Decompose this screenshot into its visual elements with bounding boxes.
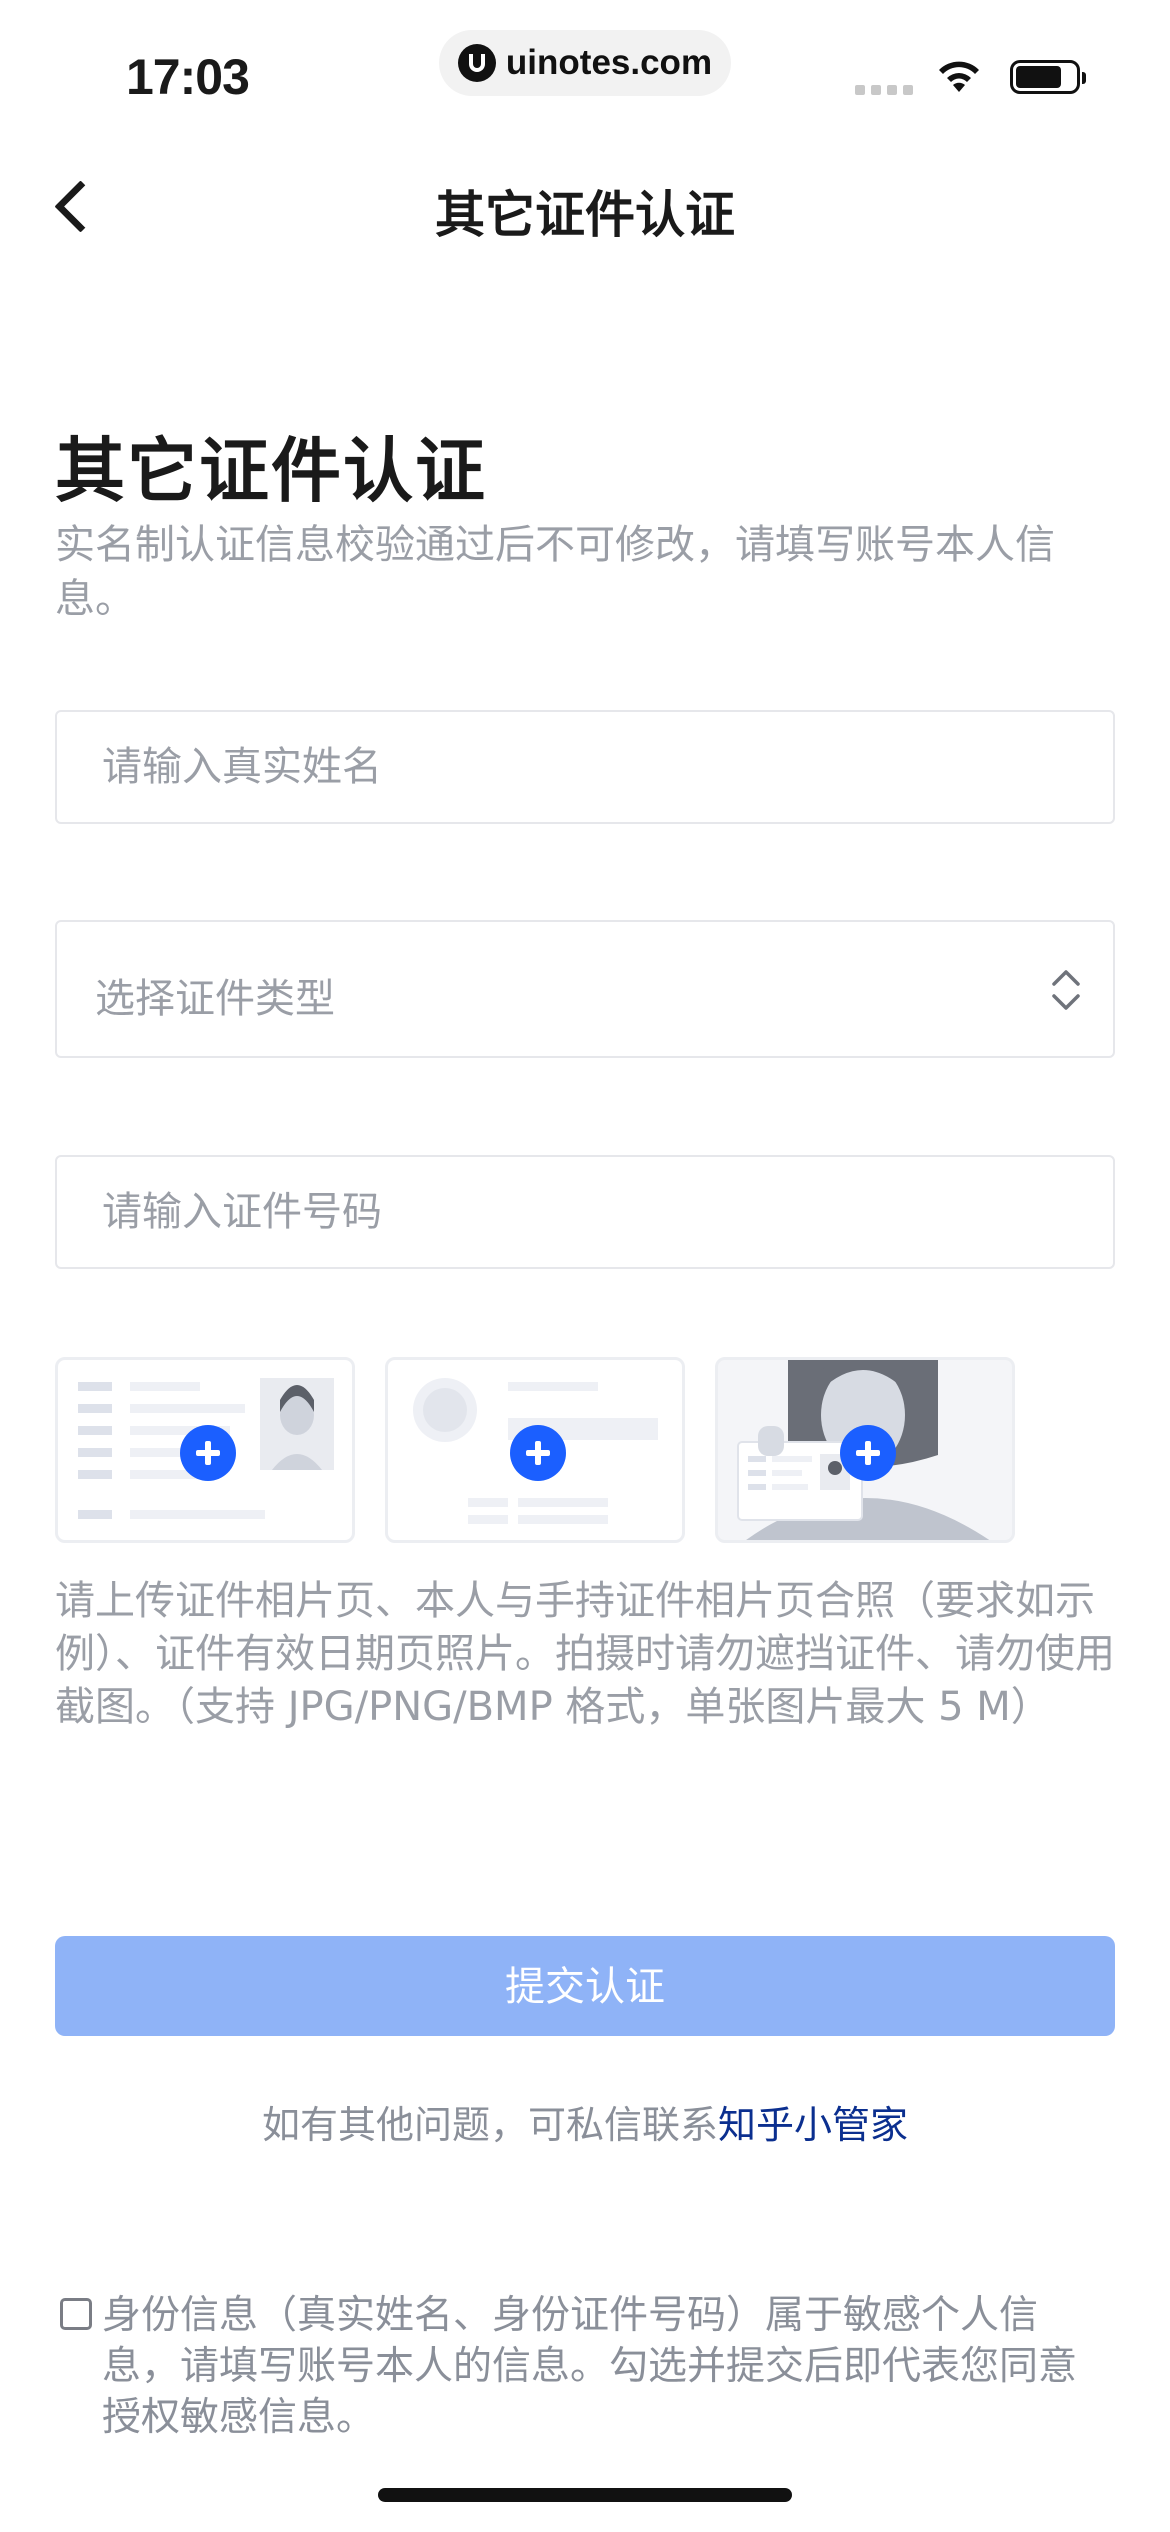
cellular-signal-icon — [855, 85, 913, 95]
page-subtitle: 实名制认证信息校验通过后不可修改，请填写账号本人信息。 — [55, 522, 1055, 622]
wifi-icon — [939, 61, 979, 92]
add-photo-icon — [180, 1425, 236, 1481]
add-photo-icon — [840, 1425, 896, 1481]
consent-text: 身份信息（真实姓名、身份证件号码）属于敏感个人信息，请填写账号本人的信息。勾选并… — [102, 2293, 1078, 2440]
add-photo-icon — [510, 1425, 566, 1481]
upload-hint: 请上传证件相片页、本人与手持证件相片页合照（要求如示例）、证件有效日期页照片。拍… — [55, 1578, 1115, 1730]
url-text: uinotes.com — [505, 43, 713, 82]
upload-id-validity-page[interactable] — [385, 1357, 685, 1543]
submit-verification-button[interactable]: 提交认证 — [55, 1936, 1115, 2036]
upload-handheld-id-photo[interactable] — [715, 1357, 1015, 1543]
id-number-input[interactable] — [57, 1157, 1113, 1267]
home-indicator[interactable] — [378, 2488, 792, 2502]
consent-checkbox[interactable] — [60, 2298, 92, 2330]
upload-id-photo-page[interactable] — [55, 1357, 355, 1543]
nav-title: 其它证件认证 — [435, 186, 735, 244]
page-title: 其它证件认证 — [55, 430, 487, 512]
battery-icon — [1010, 60, 1086, 94]
id-type-select[interactable]: 选择证件类型 — [55, 920, 1115, 1058]
id-number-field-container — [55, 1155, 1115, 1269]
id-type-placeholder: 选择证件类型 — [95, 976, 335, 1022]
status-time: 17:03 — [126, 49, 250, 105]
page: 17:03 uinotes.com 其它证件认证 其它证件认证 实名制认证信息校… — [0, 0, 1170, 2532]
site-logo-icon — [457, 44, 496, 82]
contact-support-link[interactable]: 知乎小管家 — [718, 2103, 908, 2147]
real-name-field-container — [55, 710, 1115, 824]
help-text: 如有其他问题，可私信联系 — [261, 2103, 718, 2147]
real-name-input[interactable] — [57, 712, 1113, 822]
chevron-up-down-icon — [1052, 970, 1080, 1010]
url-bar[interactable]: uinotes.com — [439, 30, 731, 96]
help-line: 如有其他问题，可私信联系知乎小管家 — [0, 2094, 1170, 2149]
